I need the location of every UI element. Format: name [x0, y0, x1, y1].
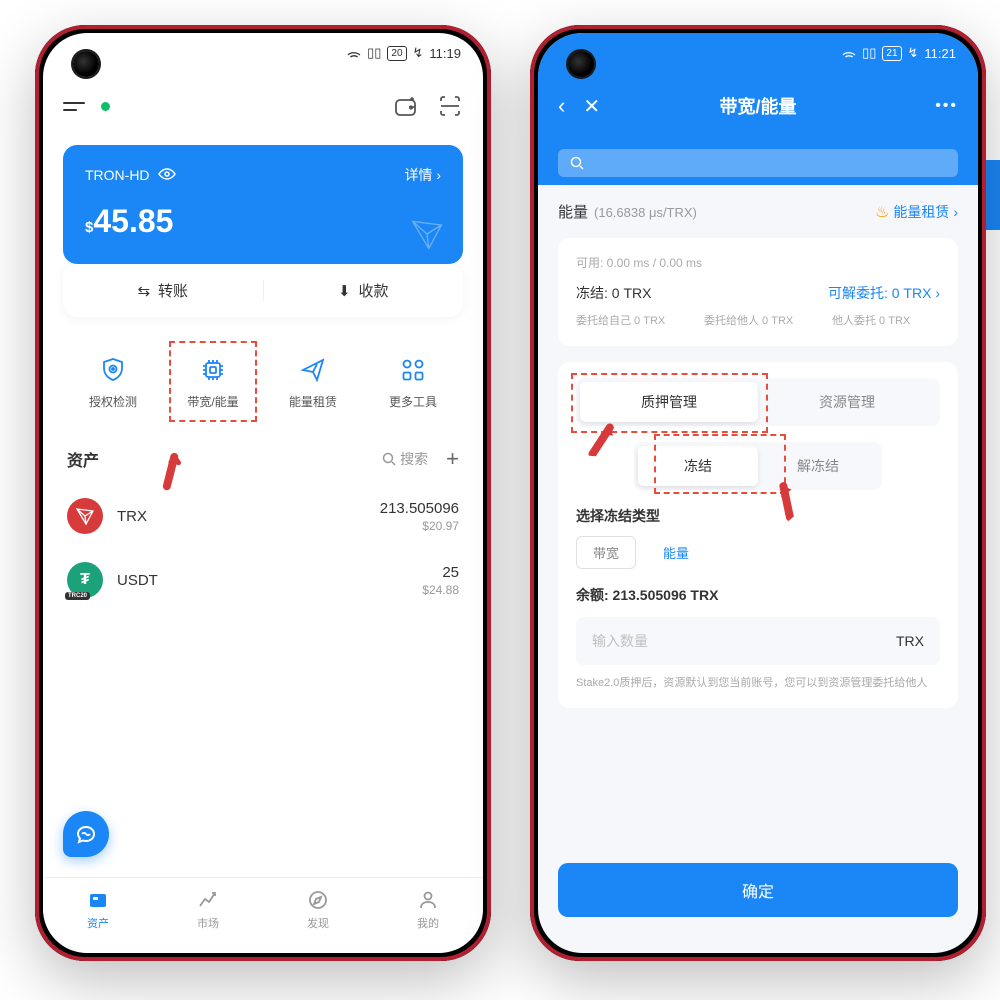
nav-发现[interactable]: 发现: [263, 888, 373, 931]
scan-icon[interactable]: [437, 93, 463, 119]
tool-label: 更多工具: [389, 393, 437, 410]
wallet-name: TRON-HD: [85, 167, 150, 183]
status-bar: ▯▯ 21 ↯ 11:21: [538, 33, 978, 73]
phone-right: ▯▯ 21 ↯ 11:21 ‹ ✕ 带宽/能量 ••• 能量 (16.6838 …: [530, 25, 986, 961]
transfer-button[interactable]: ⇆ 转账: [63, 280, 263, 301]
status-bar: ▯▯ 20 ↯ 11:19: [43, 33, 483, 73]
freeze-segment: 冻结 解冻结: [634, 442, 882, 490]
energy-rate: (16.6838 μs/TRX): [594, 205, 697, 220]
seg-stake-mgmt[interactable]: 质押管理: [580, 382, 758, 422]
tool-grid[interactable]: 更多工具: [363, 355, 463, 410]
asset-usd: $24.88: [422, 583, 459, 597]
search-assets[interactable]: 搜索: [382, 449, 428, 469]
grid-icon: [398, 355, 428, 385]
nav-资产[interactable]: 资产: [43, 888, 153, 931]
menu-icon[interactable]: [63, 102, 85, 111]
tool-shield[interactable]: 授权检测: [63, 355, 163, 410]
confirm-button[interactable]: 确定: [558, 863, 958, 917]
other-delegate: 他人委托 0 TRX: [832, 313, 940, 330]
mgmt-segment: 质押管理 资源管理: [576, 378, 940, 426]
pill-bandwidth[interactable]: 带宽: [576, 536, 636, 569]
asset-usd: $20.97: [380, 519, 459, 533]
wallet-card[interactable]: TRON-HD 详情 › $45.85: [63, 145, 463, 264]
energy-lease-link[interactable]: ♨ 能量租赁 ›: [875, 202, 958, 222]
phone-left: ▯▯ 20 ↯ 11:19 TRON-HD 详情 › $45.85 ⇆ 转账 ⬇…: [35, 25, 491, 961]
pill-energy[interactable]: 能量: [646, 536, 706, 569]
bottom-nav: 资产市场发现我的: [43, 877, 483, 953]
seg-resource-mgmt[interactable]: 资源管理: [758, 382, 936, 422]
stake-hint: Stake2.0质押后，资源默认到您当前账号，您可以到资源管理委托给他人: [576, 675, 940, 693]
receive-icon: ⬇: [338, 282, 351, 300]
blue-header: ▯▯ 21 ↯ 11:21 ‹ ✕ 带宽/能量 •••: [538, 33, 978, 185]
nav-icon: [306, 888, 330, 912]
vibrate-icon: ▯▯: [862, 45, 876, 61]
fire-icon: ♨: [875, 202, 889, 222]
wallet-detail-link[interactable]: 详情 ›: [404, 165, 441, 185]
status-time: 11:19: [429, 46, 461, 61]
tools-grid: 授权检测 带宽/能量能量租赁 更多工具: [63, 339, 463, 426]
camera-hole: [73, 51, 99, 77]
camera-hole: [568, 51, 594, 77]
nav-icon: [196, 888, 220, 912]
signal-icons: [842, 47, 856, 59]
send-icon: [298, 355, 328, 385]
network-status-dot: [101, 102, 110, 111]
tool-send[interactable]: 能量租赁: [263, 355, 363, 410]
top-toolbar: [43, 73, 483, 139]
stake-form-card: 质押管理 资源管理 冻结 解冻结 选择冻结类型 带宽 能量 余额: 213.50…: [558, 362, 958, 709]
annotation-highlight: [169, 341, 257, 422]
asset-symbol: TRX: [117, 508, 366, 525]
frozen-amount: 冻结: 0 TRX: [576, 283, 651, 303]
trx-icon: [67, 498, 103, 534]
wallet-balance: $45.85: [85, 203, 441, 240]
energy-label: 能量: [558, 201, 588, 222]
asset-row[interactable]: TRX 213.505096 $20.97: [43, 484, 483, 548]
delegate-other: 委托给他人 0 TRX: [704, 313, 812, 330]
seg-freeze[interactable]: 冻结: [638, 446, 758, 486]
fab-chat[interactable]: [63, 811, 109, 857]
delegatable-link[interactable]: 可解委托: 0 TRX ›: [828, 283, 940, 303]
shield-icon: [98, 355, 128, 385]
status-time: 11:21: [924, 46, 956, 61]
usdt-icon: ₮TRC20: [67, 562, 103, 598]
energy-status-card: 可用: 0.00 ms / 0.00 ms 冻结: 0 TRX 可解委托: 0 …: [558, 238, 958, 346]
nav-icon: [416, 888, 440, 912]
nav-icon: [86, 888, 110, 912]
tool-chip[interactable]: 带宽/能量: [163, 355, 263, 410]
asset-row[interactable]: ₮TRC20 USDT 25 $24.88: [43, 548, 483, 612]
wallet-add-icon[interactable]: [393, 93, 419, 119]
available-text: 可用: 0.00 ms / 0.00 ms: [576, 254, 940, 271]
asset-amount: 213.505096: [380, 500, 459, 517]
delegate-self: 委托给自己 0 TRX: [576, 313, 684, 330]
vibrate-icon: ▯▯: [367, 45, 381, 61]
page-title: 带宽/能量: [538, 93, 978, 119]
asset-symbol: USDT: [117, 572, 408, 589]
battery-icon: 20: [387, 46, 406, 61]
receive-button[interactable]: ⬇ 收款: [264, 280, 464, 301]
eye-icon[interactable]: [158, 167, 176, 183]
assets-title: 资产: [67, 447, 99, 471]
tron-logo: [409, 216, 445, 252]
nav-市场[interactable]: 市场: [153, 888, 263, 931]
signal-icons: [347, 47, 361, 59]
search-input[interactable]: [558, 149, 958, 177]
transfer-icon: ⇆: [137, 282, 150, 300]
seg-unfreeze[interactable]: 解冻结: [758, 446, 878, 486]
amount-input[interactable]: 输入数量 TRX: [576, 617, 940, 665]
nav-我的[interactable]: 我的: [373, 888, 483, 931]
card-action-bar: ⇆ 转账 ⬇ 收款: [63, 264, 463, 317]
battery-icon: 21: [882, 46, 901, 61]
balance-label: 余额: 213.505096 TRX: [576, 585, 940, 605]
tool-label: 能量租赁: [289, 393, 337, 410]
tool-label: 授权检测: [89, 393, 137, 410]
add-asset-button[interactable]: +: [446, 446, 459, 472]
freeze-type-label: 选择冻结类型: [576, 506, 940, 526]
asset-amount: 25: [422, 564, 459, 581]
